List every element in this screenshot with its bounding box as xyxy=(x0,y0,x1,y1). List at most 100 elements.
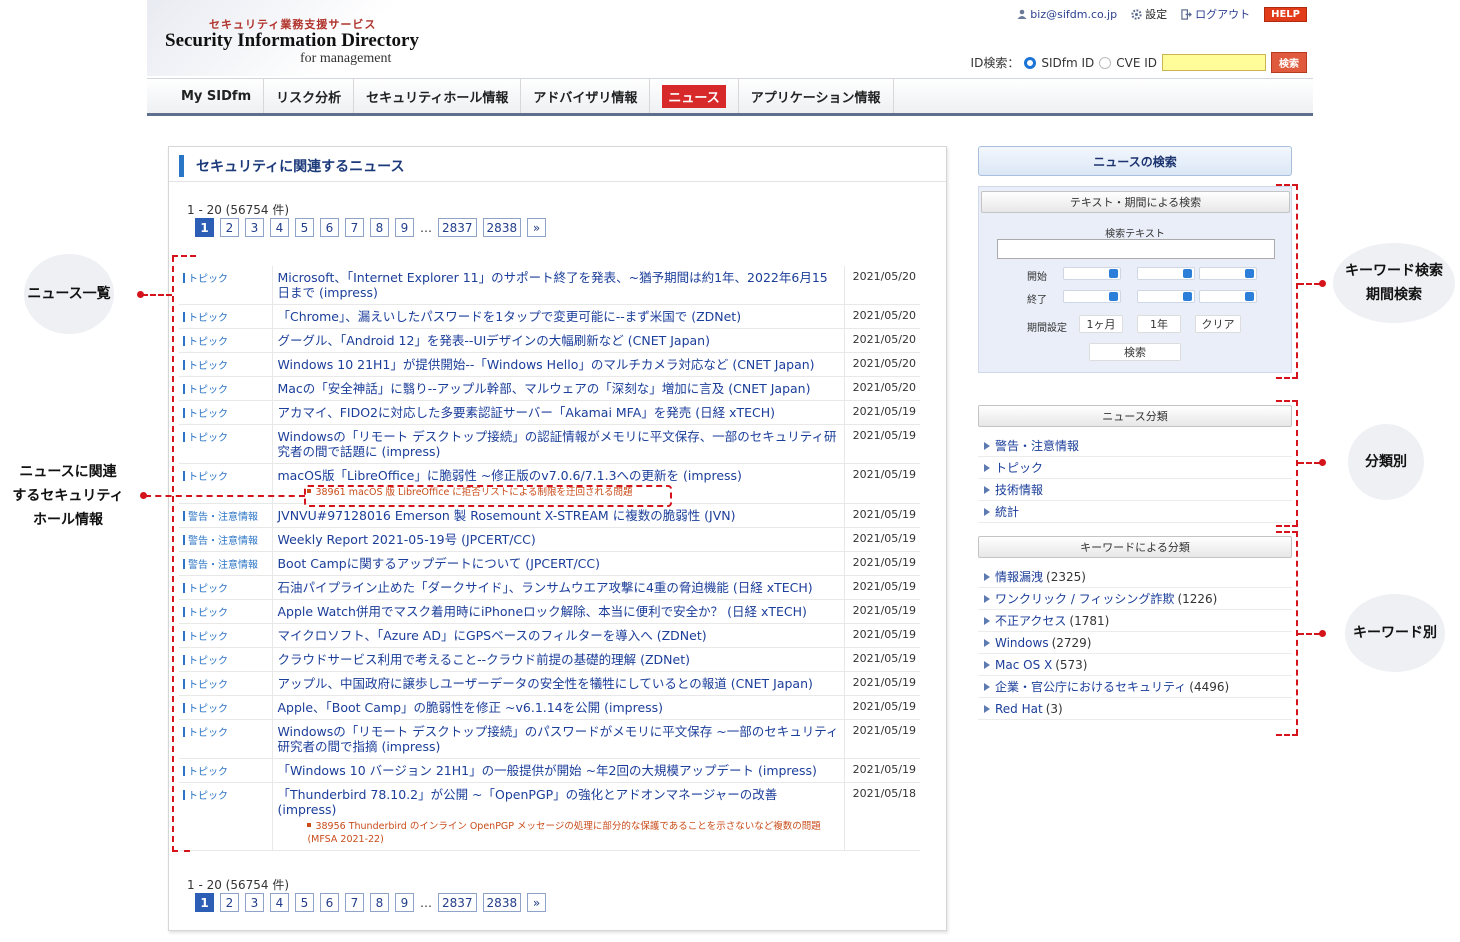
category-item[interactable]: 統計 xyxy=(978,501,1292,523)
news-category[interactable]: トピック xyxy=(179,400,274,425)
news-category[interactable]: トピック xyxy=(179,623,274,648)
news-category[interactable]: トピック xyxy=(179,719,274,759)
logo[interactable]: セキュリティ業務支援サービス Security Information Dire… xyxy=(147,0,432,76)
news-category[interactable]: トピック xyxy=(179,782,274,851)
page-link[interactable]: 2838 xyxy=(482,893,522,912)
keyword-item[interactable]: Windows (2729) xyxy=(978,632,1292,654)
next-page-button[interactable]: » xyxy=(527,893,547,912)
page-link[interactable]: 2 xyxy=(220,893,239,912)
news-category[interactable]: トピック xyxy=(179,328,274,353)
news-category[interactable]: トピック xyxy=(179,599,274,624)
news-title-link[interactable]: 「Windows 10 バージョン 21H1」の一般提供が開始 ~年2回の大規模… xyxy=(277,763,839,778)
news-title-link[interactable]: macOS版「LibreOffice」に脆弱性 ~修正版のv7.0.6/7.1.… xyxy=(277,468,839,483)
page-link[interactable]: 6 xyxy=(320,893,339,912)
news-title-link[interactable]: Boot Campに関するアップデートについて (JPCERT/CC) xyxy=(277,556,839,571)
news-title-link[interactable]: 「Chrome」、漏えいしたパスワードを1タップで変更可能に--まず米国で (Z… xyxy=(277,309,839,324)
nav-my-sidfm[interactable]: My SIDfm xyxy=(169,79,265,113)
period-1year-button[interactable]: 1年 xyxy=(1137,315,1181,333)
end-month-select[interactable] xyxy=(1137,290,1195,303)
page-link[interactable]: 7 xyxy=(345,218,364,237)
page-link[interactable]: 2838 xyxy=(482,218,522,237)
cve-id-radio[interactable] xyxy=(1099,56,1112,69)
news-title-link[interactable]: アップル、中国政府に譲歩しユーザーデータの安全性を犠牲にしているとの報道 (CN… xyxy=(277,676,839,691)
news-category[interactable]: トピック xyxy=(179,575,274,600)
news-title-link[interactable]: Apple Watch併用でマスク着用時にiPhoneロック解除、本当に便利で安… xyxy=(277,604,839,619)
page-link[interactable]: 4 xyxy=(270,893,289,912)
news-category[interactable]: 警告・注意情報 xyxy=(179,527,274,552)
related-security-hole-link[interactable]: 38956 Thunderbird のインライン OpenPGP メッセージの処… xyxy=(307,820,839,846)
nav-risk-analysis[interactable]: リスク分析 xyxy=(264,79,355,113)
news-title-link[interactable]: Windowsの「リモート デスクトップ接続」のパスワードがメモリに平文保存 ~… xyxy=(277,724,839,754)
end-day-select[interactable] xyxy=(1199,290,1257,303)
news-title-link[interactable]: 石油パイプライン止めた「ダークサイド」、ランサムウエア攻撃に4重の脅迫機能 (日… xyxy=(277,580,839,595)
nav-news[interactable]: ニュース xyxy=(650,79,739,113)
keyword-item[interactable]: 企業・官公庁におけるセキュリティ (4496) xyxy=(978,676,1292,698)
news-category[interactable]: トピック xyxy=(179,758,274,783)
news-category[interactable]: トピック xyxy=(179,304,274,329)
news-title-link[interactable]: Windows 10 21H1」が提供開始--「Windows Hello」のマ… xyxy=(277,357,839,372)
start-day-select[interactable] xyxy=(1199,267,1257,280)
news-title-link[interactable]: Microsoft、「Internet Explorer 11」のサポート終了を… xyxy=(277,270,839,300)
news-category[interactable]: トピック xyxy=(179,463,274,504)
page-link[interactable]: 2 xyxy=(220,218,239,237)
nav-security-holes[interactable]: セキュリティホール情報 xyxy=(354,79,522,113)
news-category[interactable]: トピック xyxy=(179,352,274,377)
news-title-link[interactable]: JVNVU#97128016 Emerson 製 Rosemount X-STR… xyxy=(277,508,839,523)
news-title-link[interactable]: Windowsの「リモート デスクトップ接続」の認証情報がメモリに平文保存、一部… xyxy=(277,429,839,459)
end-year-select[interactable] xyxy=(1063,290,1121,303)
id-search-input[interactable] xyxy=(1162,54,1266,71)
page-link[interactable]: 1 xyxy=(195,218,214,237)
news-category[interactable]: トピック xyxy=(179,424,274,464)
news-title-link[interactable]: Apple、「Boot Camp」の脆弱性を修正 ~v6.1.14を公開 (im… xyxy=(277,700,839,715)
news-category[interactable]: トピック xyxy=(179,647,274,672)
keyword-item[interactable]: 情報漏洩 (2325) xyxy=(978,566,1292,588)
period-clear-button[interactable]: クリア xyxy=(1195,315,1241,333)
logout-link[interactable]: ログアウト xyxy=(1181,6,1250,22)
page-link[interactable]: 7 xyxy=(345,893,364,912)
news-title-link[interactable]: 「Thunderbird 78.10.2」が公開 ~「OpenPGP」の強化とア… xyxy=(277,787,839,817)
news-title-link[interactable]: アカマイ、FIDO2に対応した多要素認証サーバー「Akamai MFA」を発売 … xyxy=(277,405,839,420)
start-year-select[interactable] xyxy=(1063,267,1121,280)
nav-advisory[interactable]: アドバイザリ情報 xyxy=(521,79,651,113)
next-page-button[interactable]: » xyxy=(527,218,547,237)
news-category[interactable]: 警告・注意情報 xyxy=(179,503,274,528)
page-link[interactable]: 3 xyxy=(245,893,264,912)
page-link[interactable]: 6 xyxy=(320,218,339,237)
news-category[interactable]: トピック xyxy=(179,266,274,305)
user-account-link[interactable]: biz@sifdm.co.jp xyxy=(1017,8,1117,21)
help-button[interactable]: HELP xyxy=(1264,6,1307,22)
category-item[interactable]: 警告・注意情報 xyxy=(978,435,1292,457)
keyword-item[interactable]: ワンクリック / フィッシング詐欺 (1226) xyxy=(978,588,1292,610)
news-category[interactable]: トピック xyxy=(179,695,274,720)
start-month-select[interactable] xyxy=(1137,267,1195,280)
search-button[interactable]: 検索 xyxy=(1089,343,1181,361)
page-link[interactable]: 3 xyxy=(245,218,264,237)
news-title-link[interactable]: グーグル、「Android 12」を発表--UIデザインの大幅刷新など (CNE… xyxy=(277,333,839,348)
news-title-link[interactable]: マイクロソフト、「Azure AD」にGPSベースのフィルターを導入へ (ZDN… xyxy=(277,628,839,643)
page-link[interactable]: 4 xyxy=(270,218,289,237)
news-title-link[interactable]: クラウドサービス利用で考えること--クラウド前提の基礎的理解 (ZDNet) xyxy=(277,652,839,667)
page-link[interactable]: 8 xyxy=(370,893,389,912)
page-link[interactable]: 2837 xyxy=(438,218,477,237)
page-link[interactable]: 2837 xyxy=(438,893,477,912)
news-category[interactable]: 警告・注意情報 xyxy=(179,551,274,576)
period-1month-button[interactable]: 1ヶ月 xyxy=(1079,315,1123,333)
news-title-link[interactable]: Weekly Report 2021-05-19号 (JPCERT/CC) xyxy=(277,532,839,547)
keyword-item[interactable]: Red Hat (3) xyxy=(978,698,1292,720)
search-text-input[interactable] xyxy=(997,239,1275,259)
id-search-button[interactable]: 検索 xyxy=(1271,52,1307,73)
keyword-item[interactable]: 不正アクセス (1781) xyxy=(978,610,1292,632)
news-title-link[interactable]: Macの「安全神話」に翳り--アップル幹部、マルウェアの「深刻な」増加に言及 (… xyxy=(277,381,839,396)
nav-applications[interactable]: アプリケーション情報 xyxy=(739,79,894,113)
page-link[interactable]: 5 xyxy=(295,893,314,912)
news-category[interactable]: トピック xyxy=(179,376,274,401)
settings-link[interactable]: 設定 xyxy=(1131,6,1167,22)
news-category[interactable]: トピック xyxy=(179,671,274,696)
category-item[interactable]: トピック xyxy=(978,457,1292,479)
sidfm-id-radio[interactable] xyxy=(1024,56,1037,69)
category-item[interactable]: 技術情報 xyxy=(978,479,1292,501)
page-link[interactable]: 5 xyxy=(295,218,314,237)
page-link[interactable]: 8 xyxy=(370,218,389,237)
page-link[interactable]: 1 xyxy=(195,893,214,912)
keyword-item[interactable]: Mac OS X (573) xyxy=(978,654,1292,676)
